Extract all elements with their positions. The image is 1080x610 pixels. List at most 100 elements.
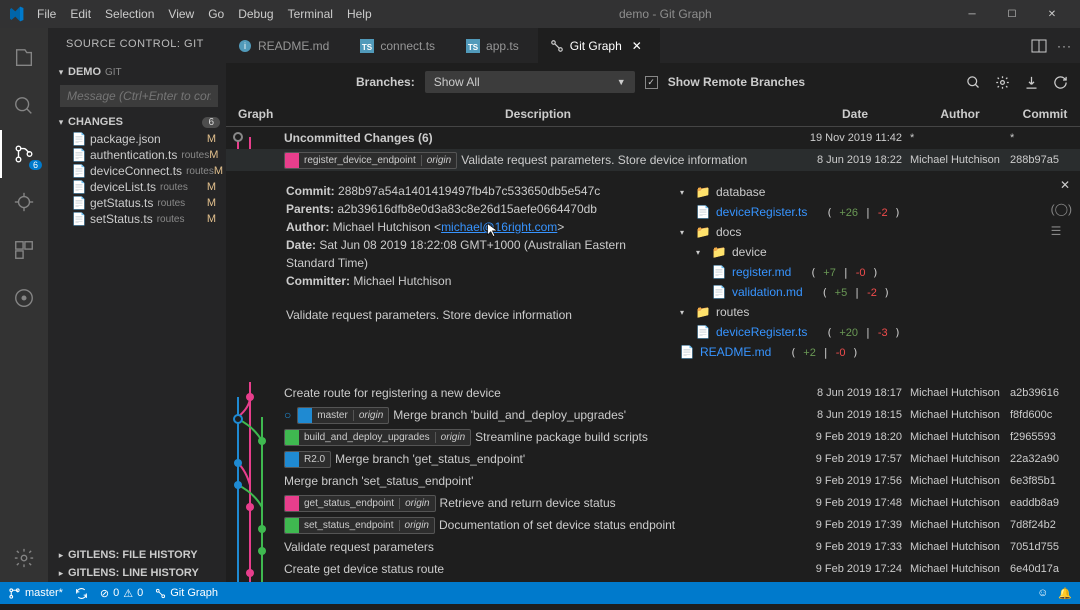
table-row[interactable]: register_device_endpointorigin Validate … (226, 149, 1080, 171)
svg-text:TS: TS (468, 43, 479, 52)
menu-view[interactable]: View (161, 7, 201, 21)
gitlens-line-history[interactable]: ▸GITLENS: LINE HISTORY (48, 564, 226, 582)
git-graph-toolbar: Branches: Show All ▼ ✓ Show Remote Branc… (226, 63, 1080, 101)
tree-folder[interactable]: ▾📁docs (680, 222, 1070, 242)
table-row-uncommitted[interactable]: Uncommitted Changes (6) 19 Nov 2019 11:4… (226, 127, 1080, 149)
search-icon[interactable] (0, 82, 48, 130)
file-row[interactable]: 📄deviceList.tsroutesM (48, 179, 226, 195)
table-row[interactable]: ○masteroriginMerge branch 'build_and_dep… (226, 404, 1080, 426)
table-row[interactable]: Create get device status route9 Feb 2019… (226, 558, 1080, 580)
branch-ref[interactable]: register_device_endpointorigin (284, 152, 457, 169)
file-icon: 📄 (72, 148, 86, 162)
uncommitted-label: Uncommitted Changes (6) (284, 131, 800, 145)
split-editor-icon[interactable] (1031, 38, 1047, 54)
branches-dropdown[interactable]: Show All ▼ (425, 71, 635, 93)
tree-folder[interactable]: ▾📁device (680, 242, 1070, 262)
commit-hash: 288b97a54a1401419497fb4b7c533650db5e547c (338, 184, 600, 198)
tab-icon: i (238, 39, 252, 53)
repo-section[interactable]: ▾ DEMO GIT (48, 63, 226, 81)
file-row[interactable]: 📄deviceConnect.tsroutesM (48, 163, 226, 179)
file-row[interactable]: 📄authentication.tsroutesM (48, 147, 226, 163)
activity-bar: 6 (0, 28, 48, 582)
settings-icon[interactable] (0, 534, 48, 582)
status-branch[interactable]: master* (8, 587, 63, 600)
gitlens-file-history[interactable]: ▸GITLENS: FILE HISTORY (48, 546, 226, 564)
close-detail-icon[interactable]: ✕ (1060, 178, 1070, 192)
status-bar: master* ⊘ 0 ⚠ 0 Git Graph ☺ 🔔 (0, 582, 1080, 604)
tree-file[interactable]: 📄README.md ( +2 | -0 ) (680, 342, 1070, 362)
table-row[interactable]: Merge branch 'set_status_endpoint'9 Feb … (226, 470, 1080, 492)
maximize-button[interactable]: ☐ (992, 9, 1032, 20)
debug-icon[interactable] (0, 178, 48, 226)
chevron-down-icon: ▾ (54, 67, 68, 78)
menu-edit[interactable]: Edit (63, 7, 98, 21)
file-row[interactable]: 📄getStatus.tsroutesM (48, 195, 226, 211)
file-tree: ▾📁database 📄deviceRegister.ts ( +26 | -2… (680, 182, 1070, 362)
file-row[interactable]: 📄package.jsonM (48, 131, 226, 147)
search-icon[interactable] (966, 75, 981, 90)
table-row[interactable]: Store status, and set response status co… (226, 580, 1080, 582)
tree-folder[interactable]: ▾📁routes (680, 302, 1070, 322)
table-row[interactable]: R2.0Merge branch 'get_status_endpoint'9 … (226, 448, 1080, 470)
fetch-icon[interactable] (1024, 75, 1039, 90)
tab-readme-md[interactable]: iREADME.md (226, 28, 348, 63)
changes-count: 6 (202, 117, 220, 128)
extensions-icon[interactable] (0, 226, 48, 274)
file-icon: 📄 (72, 180, 86, 194)
file-row[interactable]: 📄setStatus.tsroutesM (48, 211, 226, 227)
changes-section[interactable]: ▾ CHANGES 6 (48, 113, 226, 131)
status-feedback-icon[interactable]: ☺ (1037, 587, 1048, 600)
branch-ref[interactable]: get_status_endpointorigin (284, 495, 436, 512)
tree-view-icon[interactable]: ☰ (1051, 224, 1072, 238)
col-graph: Graph (226, 107, 276, 121)
branch-ref[interactable]: R2.0 (284, 451, 331, 468)
tab-app-ts[interactable]: TSapp.ts (454, 28, 538, 63)
status-problems[interactable]: ⊘ 0 ⚠ 0 (100, 587, 143, 600)
menu-go[interactable]: Go (201, 7, 231, 21)
close-tab-icon[interactable]: ✕ (632, 39, 642, 53)
gitlens-icon[interactable] (0, 274, 48, 322)
table-row[interactable]: set_status_endpointoriginDocumentation o… (226, 514, 1080, 536)
code-review-icon[interactable]: (◯) (1051, 202, 1072, 216)
status-gitgraph[interactable]: Git Graph (155, 587, 218, 599)
menu-file[interactable]: File (30, 7, 63, 21)
commit-message-input[interactable] (60, 85, 218, 107)
tree-file[interactable]: 📄validation.md ( +5 | -2 ) (680, 282, 1070, 302)
tree-file[interactable]: 📄deviceRegister.ts ( +20 | -3 ) (680, 322, 1070, 342)
tree-file[interactable]: 📄register.md ( +7 | -0 ) (680, 262, 1070, 282)
refresh-icon[interactable] (1053, 75, 1068, 90)
close-button[interactable]: ✕ (1032, 9, 1072, 20)
tab-connect-ts[interactable]: TSconnect.ts (348, 28, 454, 63)
menu-debug[interactable]: Debug (231, 7, 280, 21)
app-icon (8, 6, 24, 22)
branch-ref[interactable]: set_status_endpointorigin (284, 517, 435, 534)
table-row[interactable]: Create route for registering a new devic… (226, 382, 1080, 404)
scm-badge: 6 (29, 160, 42, 170)
remote-branches-checkbox[interactable]: ✓ (645, 76, 658, 89)
menu-selection[interactable]: Selection (98, 7, 161, 21)
status-sync[interactable] (75, 587, 88, 600)
tab-icon (550, 39, 564, 53)
branch-ref[interactable]: build_and_deploy_upgradesorigin (284, 429, 471, 446)
sidebar: SOURCE CONTROL: GIT ▾ DEMO GIT ▾ CHANGES… (48, 28, 226, 582)
explorer-icon[interactable] (0, 34, 48, 82)
file-icon: 📄 (696, 205, 710, 219)
commit-detail-panel: ✕ (◯) ☰ Commit: 288b97a54a1401419497fb4b… (226, 171, 1080, 382)
table-header: Graph Description Date Author Commit (226, 101, 1080, 127)
menu-help[interactable]: Help (340, 7, 379, 21)
table-row[interactable]: build_and_deploy_upgradesoriginStreamlin… (226, 426, 1080, 448)
tree-file[interactable]: 📄deviceRegister.ts ( +26 | -2 ) (680, 202, 1070, 222)
tree-folder[interactable]: ▾📁database (680, 182, 1070, 202)
tab-git-graph[interactable]: Git Graph✕ (538, 28, 661, 63)
table-row[interactable]: get_status_endpointoriginRetrieve and re… (226, 492, 1080, 514)
more-icon[interactable]: ··· (1057, 39, 1072, 53)
table-row[interactable]: Validate request parameters9 Feb 2019 17… (226, 536, 1080, 558)
minimize-button[interactable]: ─ (952, 9, 992, 20)
menu-terminal[interactable]: Terminal (281, 7, 340, 21)
col-date: Date (800, 107, 910, 121)
commit-message: Validate request parameters. Store devic… (286, 306, 660, 324)
branch-ref[interactable]: masterorigin (297, 407, 389, 424)
status-bell-icon[interactable]: 🔔 (1058, 587, 1072, 600)
scm-icon[interactable]: 6 (0, 130, 48, 178)
settings-icon[interactable] (995, 75, 1010, 90)
